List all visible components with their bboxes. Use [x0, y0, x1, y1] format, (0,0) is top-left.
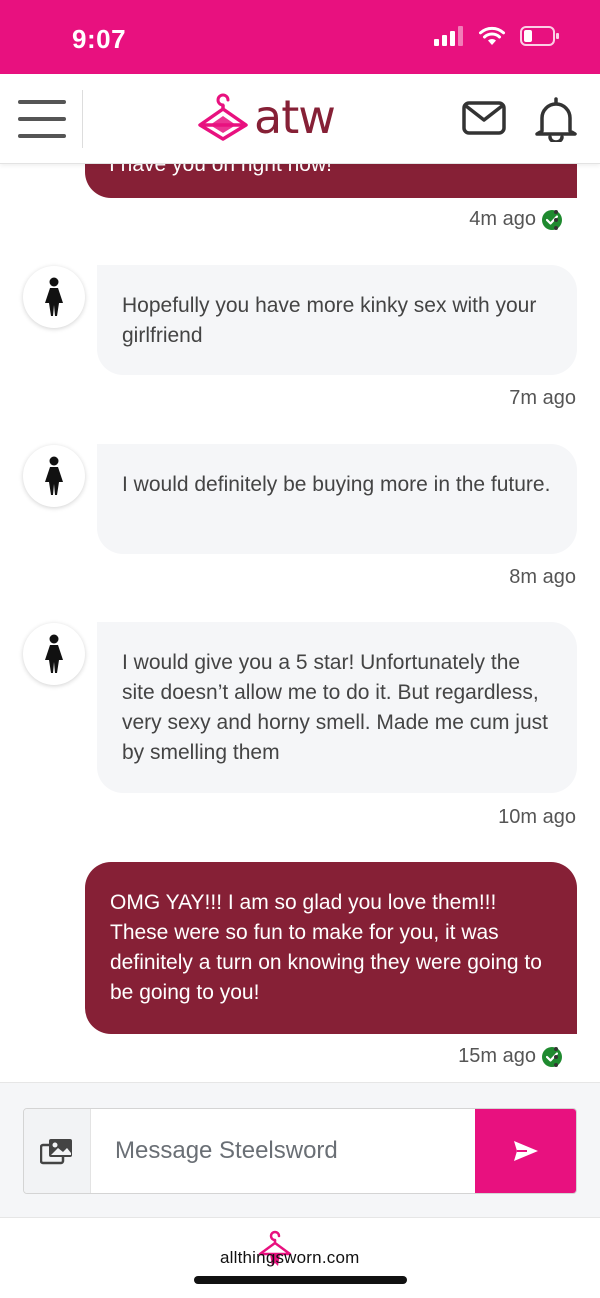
- attach-image-button[interactable]: [24, 1109, 91, 1193]
- message-options-icon[interactable]: [554, 1047, 560, 1067]
- message-meta: 4m ago: [469, 208, 562, 231]
- message-meta: 7m ago: [509, 387, 576, 410]
- image-gallery-icon: [40, 1139, 72, 1165]
- battery-icon: [520, 26, 559, 46]
- home-indicator: [194, 1276, 407, 1284]
- message-bubble-incoming[interactable]: I would give you a 5 star! Unfortunately…: [97, 622, 577, 793]
- message-text: Hopefully you have more kinky sex with y…: [122, 294, 537, 347]
- site-logo[interactable]: atw: [196, 90, 336, 144]
- avatar[interactable]: [23, 623, 85, 685]
- send-button[interactable]: [475, 1109, 576, 1193]
- message-bubble-outgoing[interactable]: OMG YAY!!! I am so glad you love them!!!…: [85, 862, 577, 1034]
- user-silhouette-icon: [45, 456, 63, 495]
- nav-divider: [82, 90, 83, 148]
- user-silhouette-icon: [45, 634, 63, 673]
- mail-icon[interactable]: [462, 101, 506, 135]
- avatar[interactable]: [23, 445, 85, 507]
- message-text: I would give you a 5 star! Unfortunately…: [122, 651, 548, 764]
- message-composer: [23, 1108, 577, 1194]
- footer-site-text: allthingsworn.com: [220, 1248, 360, 1267]
- bell-icon[interactable]: [534, 96, 578, 142]
- message-meta: 10m ago: [498, 806, 576, 829]
- hanger-logo-icon: [198, 93, 248, 141]
- message-time: 15m ago: [458, 1045, 536, 1067]
- avatar[interactable]: [23, 266, 85, 328]
- composer-area: [0, 1082, 600, 1218]
- top-navigation: atw: [0, 74, 600, 164]
- footer: allthingsworn.com: [0, 1218, 600, 1298]
- message-time: 8m ago: [509, 566, 576, 588]
- message-bubble-incoming[interactable]: I would definitely be buying more in the…: [97, 444, 577, 554]
- status-bar: 9:07: [0, 0, 600, 74]
- wifi-icon: [479, 26, 505, 45]
- message-input[interactable]: [92, 1109, 476, 1193]
- message-meta: 8m ago: [509, 566, 576, 589]
- message-text: I have you on right now!: [109, 164, 332, 176]
- message-options-icon[interactable]: [554, 210, 560, 230]
- message-meta: 15m ago: [458, 1045, 562, 1068]
- user-silhouette-icon: [45, 277, 63, 316]
- message-list[interactable]: I have you on right now! 4m ago Hopefull…: [0, 164, 600, 1082]
- message-text: I would definitely be buying more in the…: [122, 473, 551, 496]
- send-icon: [513, 1141, 538, 1161]
- logo-text: atw: [254, 90, 336, 144]
- message-time: 4m ago: [469, 208, 536, 230]
- message-time: 7m ago: [509, 387, 576, 409]
- message-bubble-incoming[interactable]: Hopefully you have more kinky sex with y…: [97, 265, 577, 375]
- signal-icon: [434, 26, 463, 46]
- status-time: 9:07: [72, 24, 127, 54]
- message-text: OMG YAY!!! I am so glad you love them!!!…: [110, 891, 542, 1004]
- message-bubble-outgoing[interactable]: I have you on right now!: [85, 164, 577, 198]
- hamburger-menu-icon[interactable]: [18, 100, 66, 138]
- footer-logo[interactable]: allthingsworn.com: [220, 1230, 390, 1270]
- message-time: 10m ago: [498, 806, 576, 828]
- status-icons: [434, 26, 560, 46]
